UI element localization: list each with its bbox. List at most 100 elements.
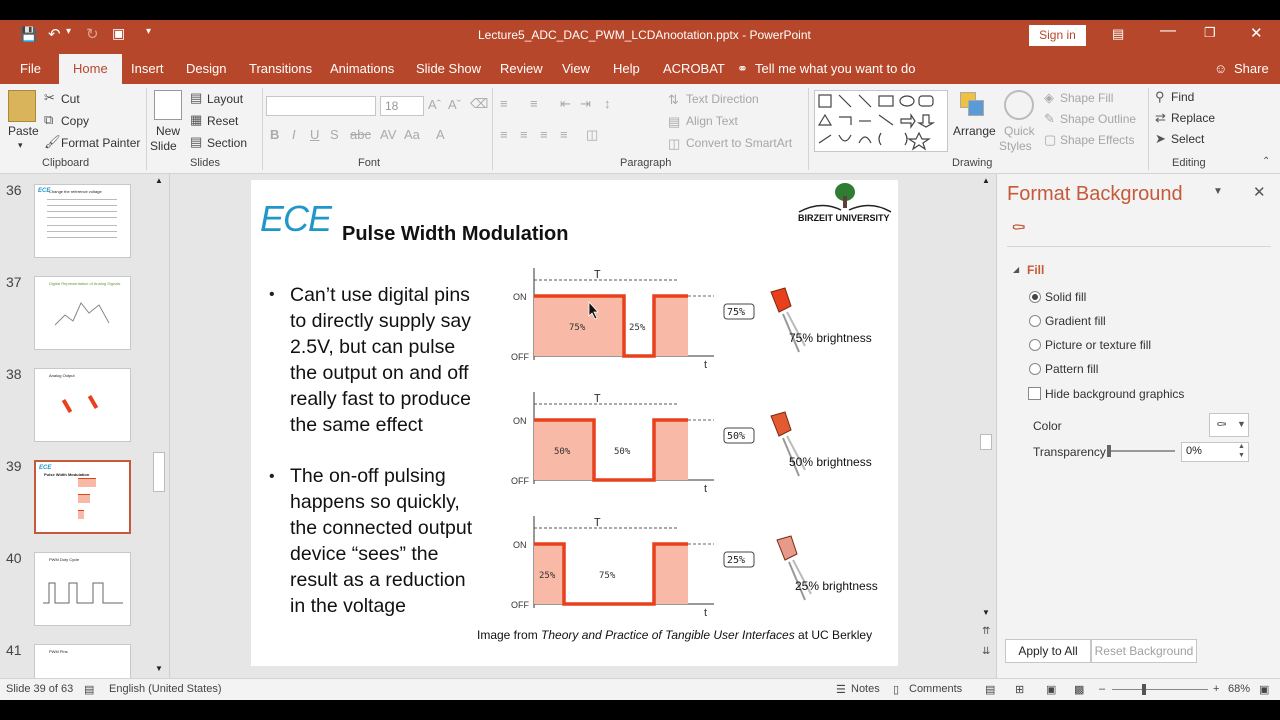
bullets-icon[interactable]: ≡ xyxy=(500,96,508,111)
slide-thumbnail-37[interactable]: Digital Representation of Analog Signals xyxy=(34,276,131,350)
slide-thumbnail-36[interactable]: ECE Change the reference voltage xyxy=(34,184,131,258)
comments-button[interactable]: Comments xyxy=(909,683,962,695)
new-slide-icon[interactable] xyxy=(154,90,182,120)
shapes-gallery[interactable] xyxy=(814,90,948,152)
language-indicator[interactable]: English (United States) xyxy=(109,683,222,695)
clear-formatting-icon[interactable]: ⌫ xyxy=(470,96,488,112)
numbering-icon[interactable]: ≡ xyxy=(530,96,538,111)
zoom-slider[interactable] xyxy=(1112,684,1208,695)
zoom-out-icon[interactable]: – xyxy=(1099,683,1105,695)
underline-icon[interactable]: U xyxy=(310,127,319,142)
tab-transitions[interactable]: Transitions xyxy=(249,50,312,84)
increase-indent-icon[interactable]: ⇥ xyxy=(580,96,591,112)
redo-icon[interactable]: ↻ xyxy=(86,25,99,43)
shrink-font-icon[interactable]: Aˇ xyxy=(448,97,461,112)
restore-icon[interactable]: ❐ xyxy=(1204,25,1216,41)
tab-help[interactable]: Help xyxy=(613,50,640,84)
bullet-text-2[interactable]: The on-off pulsing happens so quickly, t… xyxy=(290,463,472,619)
tab-acrobat[interactable]: ACROBAT xyxy=(663,50,725,84)
apply-to-all-button[interactable]: Apply to All xyxy=(1005,639,1091,663)
gradient-fill-label[interactable]: Gradient fill xyxy=(1045,314,1106,328)
shape-outline-button[interactable]: Shape Outline xyxy=(1060,112,1136,126)
shape-fill-button[interactable]: Shape Fill xyxy=(1060,91,1113,105)
reset-button[interactable]: Reset xyxy=(207,114,238,128)
bullet-text-1[interactable]: Can’t use digital pins to directly suppl… xyxy=(290,282,471,438)
justify-icon[interactable]: ≡ xyxy=(560,127,568,142)
strikethrough-icon[interactable]: abc xyxy=(350,127,371,142)
undo-icon[interactable]: ↶ xyxy=(48,25,61,43)
transparency-input[interactable]: 0% ▲ ▼ xyxy=(1181,442,1249,462)
line-spacing-icon[interactable]: ↕ xyxy=(604,96,611,111)
scrollbar-thumb[interactable] xyxy=(980,434,992,450)
fill-section-header[interactable]: Fill xyxy=(1027,263,1044,277)
shadow-icon[interactable]: S xyxy=(330,127,339,142)
radio-picture-fill[interactable] xyxy=(1029,339,1041,351)
find-button[interactable]: Find xyxy=(1171,90,1194,104)
zoom-level[interactable]: 68% xyxy=(1228,683,1250,695)
slide-title[interactable]: Pulse Width Modulation xyxy=(342,223,568,246)
section-button[interactable]: Section xyxy=(207,136,247,150)
radio-gradient-fill[interactable] xyxy=(1029,315,1041,327)
normal-view-icon[interactable]: ▤ xyxy=(985,683,995,696)
arrange-button[interactable]: Arrange xyxy=(953,124,996,138)
convert-smartart-button[interactable]: Convert to SmartArt xyxy=(686,136,792,150)
quick-styles-icon[interactable] xyxy=(1004,90,1034,120)
slide-sorter-icon[interactable]: ⊞ xyxy=(1015,683,1024,696)
scrollbar-thumb[interactable] xyxy=(153,452,165,492)
fit-to-window-icon[interactable]: ▣ xyxy=(1259,683,1269,696)
fill-bucket-icon[interactable]: ⚰ xyxy=(1011,218,1026,239)
customize-toolbar-icon[interactable]: ▾ xyxy=(146,26,151,37)
tab-review[interactable]: Review xyxy=(500,50,543,84)
save-icon[interactable]: 💾 xyxy=(20,26,37,43)
decrease-indent-icon[interactable]: ⇤ xyxy=(560,96,571,112)
ribbon-display-options-icon[interactable]: ▤ xyxy=(1112,26,1124,42)
tab-view[interactable]: View xyxy=(562,50,590,84)
paste-dropdown-icon[interactable]: ▾ xyxy=(18,140,23,151)
sign-in-button[interactable]: Sign in xyxy=(1029,25,1086,46)
close-pane-icon[interactable]: ✕ xyxy=(1253,183,1266,201)
radio-pattern-fill[interactable] xyxy=(1029,363,1041,375)
section-collapse-icon[interactable]: ◢ xyxy=(1013,265,1019,274)
color-picker-button[interactable]: ⚰ ▼ xyxy=(1209,413,1249,437)
hide-bg-label[interactable]: Hide background graphics xyxy=(1045,387,1184,401)
grow-font-icon[interactable]: Aˆ xyxy=(428,97,441,112)
transparency-slider-handle[interactable] xyxy=(1107,445,1111,457)
notes-button[interactable]: Notes xyxy=(851,683,880,695)
cut-button[interactable]: Cut xyxy=(61,92,80,106)
transparency-slider[interactable] xyxy=(1107,445,1175,457)
paste-button[interactable]: Paste xyxy=(8,124,39,138)
reset-background-button[interactable]: Reset Background xyxy=(1091,639,1197,663)
picture-fill-label[interactable]: Picture or texture fill xyxy=(1045,338,1151,352)
next-slide-icon[interactable]: ⇊ xyxy=(982,646,990,657)
tab-home[interactable]: Home xyxy=(59,54,122,84)
slide-thumbnail-40[interactable]: PWM Duty Cycle xyxy=(34,552,131,626)
close-window-icon[interactable]: ✕ xyxy=(1250,24,1263,42)
thumb-scrollbar[interactable]: ▲ ▼ xyxy=(151,174,167,678)
shape-effects-button[interactable]: Shape Effects xyxy=(1060,133,1135,147)
quick-styles-button-2[interactable]: Styles xyxy=(999,139,1032,153)
tab-insert[interactable]: Insert xyxy=(131,50,164,84)
align-right-icon[interactable]: ≡ xyxy=(540,127,548,142)
slide-thumbnail-38[interactable]: Analog Output xyxy=(34,368,131,442)
scroll-up-icon[interactable]: ▲ xyxy=(982,176,990,185)
tab-animations[interactable]: Animations xyxy=(330,50,394,84)
minimize-icon[interactable]: — xyxy=(1160,22,1176,40)
scroll-down-icon[interactable]: ▼ xyxy=(155,664,163,673)
slide-thumbnail-39[interactable]: ECE Pulse Width Modulation xyxy=(34,460,131,534)
slide-scrollbar[interactable]: ▲ ▼ xyxy=(978,174,994,622)
lightbulb-icon[interactable]: ⚭ xyxy=(737,50,748,84)
scroll-down-icon[interactable]: ▼ xyxy=(982,608,990,617)
new-slide-label[interactable]: New xyxy=(156,124,180,138)
zoom-in-icon[interactable]: + xyxy=(1213,683,1219,695)
share-button[interactable]: Share xyxy=(1234,50,1269,84)
align-left-icon[interactable]: ≡ xyxy=(500,127,508,142)
text-direction-button[interactable]: Text Direction xyxy=(686,92,759,106)
replace-button[interactable]: Replace xyxy=(1171,111,1215,125)
columns-icon[interactable]: ◫ xyxy=(586,127,598,143)
bold-icon[interactable]: B xyxy=(270,127,279,142)
solid-fill-label[interactable]: Solid fill xyxy=(1045,290,1086,304)
reading-view-icon[interactable]: ▣ xyxy=(1046,683,1056,696)
spin-up-icon[interactable]: ▲ xyxy=(1238,443,1245,450)
format-painter-button[interactable]: Format Painter xyxy=(61,136,140,150)
tab-design[interactable]: Design xyxy=(186,50,226,84)
